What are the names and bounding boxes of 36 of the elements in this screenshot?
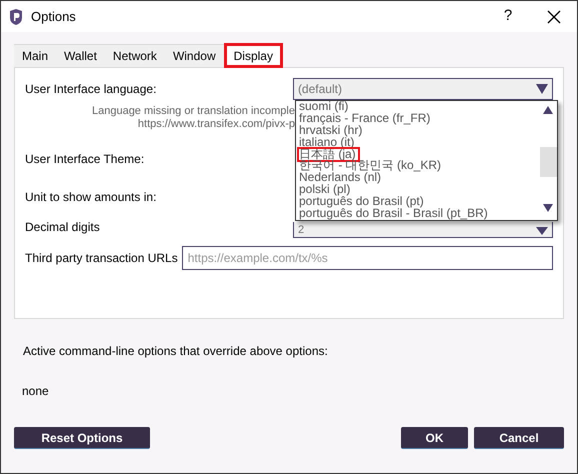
- field-label: Unit to show amounts in:: [25, 189, 156, 206]
- language-option[interactable]: suomi (fi): [299, 101, 348, 113]
- language-option[interactable]: français - France (fr_FR): [299, 112, 430, 125]
- scroll-up-icon[interactable]: [543, 106, 553, 114]
- language-note: Language missing or translation incomple https://www.transifex.com/pivx-p: [90, 105, 295, 131]
- language-dropdown[interactable]: (default): [292, 78, 553, 100]
- field-label: Third party transaction URLs: [25, 250, 178, 267]
- tab[interactable]: Network: [104, 44, 165, 67]
- scroll-down-icon[interactable]: [543, 204, 553, 212]
- url-input-field[interactable]: https://example.com/tx/%s: [182, 246, 553, 270]
- overrides-value: none: [22, 383, 50, 400]
- field-label: Decimal digits: [25, 219, 101, 236]
- overrides-label: Active command-line options that override above options:: [23, 343, 329, 360]
- language-option[interactable]: polski (pl): [299, 184, 350, 196]
- language-option[interactable]: português do Brasil - Brasil (pt_BR): [299, 208, 488, 220]
- scroll-thumb[interactable]: [540, 147, 556, 177]
- decimal-dropdown[interactable]: 2: [292, 222, 553, 238]
- help-button[interactable]: ?: [493, 4, 523, 30]
- tab[interactable]: Window: [164, 44, 224, 67]
- dropdown-arrow-icon: [536, 227, 548, 235]
- shield-logo-icon: [9, 8, 23, 24]
- field-label: User Interface Theme:: [25, 151, 144, 168]
- dialog-button[interactable]: Cancel: [474, 427, 564, 449]
- dialog-button[interactable]: OK: [401, 427, 468, 449]
- tab[interactable]: Main: [14, 44, 56, 67]
- language-option[interactable]: hrvatski (hr): [299, 124, 362, 137]
- tab[interactable]: Wallet: [56, 44, 105, 67]
- language-option[interactable]: português do Brasil (pt): [299, 196, 424, 208]
- language-option[interactable]: Nederlands (nl): [299, 172, 382, 184]
- dropdown-arrow-icon: [536, 84, 548, 94]
- field-label: User Interface language:: [25, 81, 158, 98]
- close-icon: [547, 10, 561, 24]
- language-option[interactable]: 한국어 - 대한민국 (ko_KR): [299, 160, 442, 172]
- reset-button[interactable]: Reset Options: [14, 427, 150, 449]
- window-title: Options: [31, 8, 76, 26]
- tab[interactable]: Display: [224, 43, 283, 68]
